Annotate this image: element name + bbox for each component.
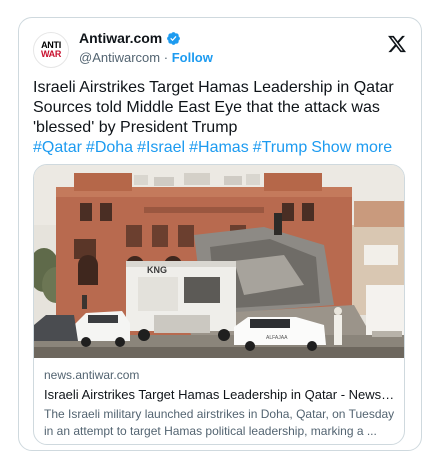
tweet-header: ANTI WAR Antiwar.com @Antiwarcom · Follo… bbox=[33, 30, 409, 72]
link-domain: news.antiwar.com bbox=[44, 368, 140, 382]
tweet-embed-card[interactable]: ANTI WAR Antiwar.com @Antiwarcom · Follo… bbox=[18, 17, 422, 451]
hashtag-hamas[interactable]: #Hamas bbox=[189, 139, 249, 156]
display-name-text: Antiwar.com bbox=[79, 30, 163, 46]
truck-text: KNG bbox=[147, 265, 167, 275]
separator-dot: · bbox=[163, 50, 169, 65]
tweet-text-line-2: Sources told Middle East Eye that the at… bbox=[33, 99, 380, 116]
account-display-name[interactable]: Antiwar.com bbox=[79, 30, 213, 46]
account-names: Antiwar.com @Antiwarcom · Follow bbox=[79, 30, 213, 65]
account-avatar[interactable]: ANTI WAR bbox=[33, 32, 69, 68]
link-preview-card[interactable]: KNG ALFAJAA news.antiwar.com Israeli Air… bbox=[33, 164, 405, 445]
tweet-text-line-3: 'blessed' by President Trump bbox=[33, 119, 238, 136]
link-description: The Israeli military launched airstrikes… bbox=[44, 406, 396, 440]
article-photo[interactable]: KNG ALFAJAA bbox=[34, 165, 404, 358]
verified-badge-icon bbox=[167, 31, 181, 45]
hashtag-doha[interactable]: #Doha bbox=[86, 139, 133, 156]
follow-button[interactable]: Follow bbox=[172, 50, 213, 65]
hashtag-israel[interactable]: #Israel bbox=[137, 139, 185, 156]
link-description-line-2: in an attempt to target Hamas political … bbox=[44, 424, 377, 438]
tweet-text-line-1: Israeli Airstrikes Target Hamas Leadersh… bbox=[33, 79, 394, 96]
link-description-line-1: The Israeli military launched airstrikes… bbox=[44, 407, 395, 421]
handle-row: @Antiwarcom · Follow bbox=[79, 50, 213, 65]
avatar-logo-text-bottom: WAR bbox=[40, 49, 62, 59]
car-text: ALFAJAA bbox=[266, 335, 288, 341]
link-info[interactable]: news.antiwar.com Israeli Airstrikes Targ… bbox=[44, 368, 396, 440]
account-handle[interactable]: @Antiwarcom bbox=[79, 50, 160, 65]
show-more-link[interactable]: Show more bbox=[311, 139, 392, 156]
tweet-text: Israeli Airstrikes Target Hamas Leadersh… bbox=[33, 78, 413, 158]
x-logo-icon[interactable] bbox=[387, 34, 407, 54]
hashtag-qatar[interactable]: #Qatar bbox=[33, 139, 82, 156]
article-photo-illustration: KNG ALFAJAA bbox=[34, 165, 404, 358]
hashtag-trump[interactable]: #Trump bbox=[253, 139, 308, 156]
link-title: Israeli Airstrikes Target Hamas Leadersh… bbox=[44, 387, 396, 402]
hashtag-row: #Qatar #Doha #Israel #Hamas #Trump Show more bbox=[33, 138, 413, 158]
